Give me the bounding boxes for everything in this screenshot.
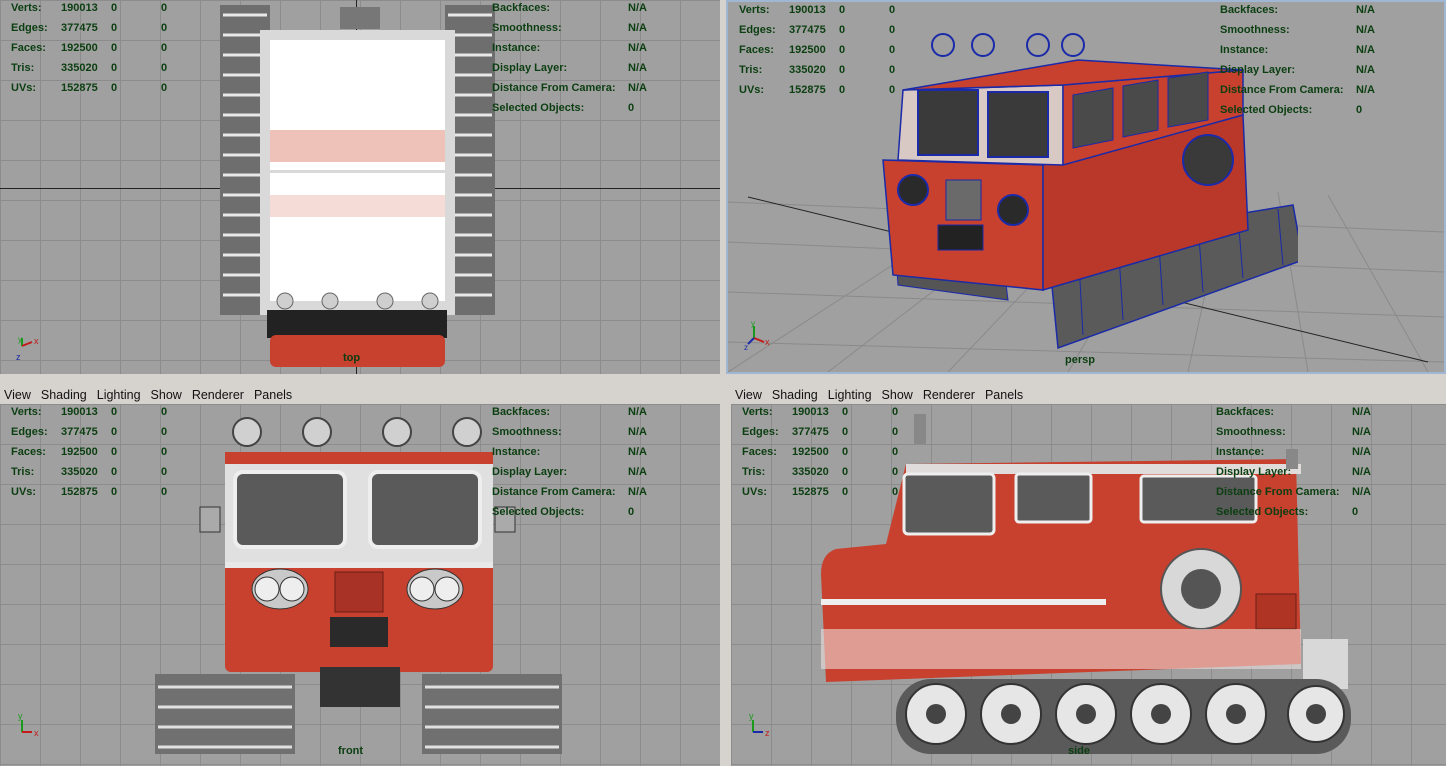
camera-label: persp xyxy=(1065,354,1095,366)
hud-object-details: Backfaces: N/A Smoothness: N/A Instance: N/… xyxy=(1216,406,1371,518)
menu-lighting[interactable]: Lighting xyxy=(92,388,146,402)
menu-panels[interactable]: Panels xyxy=(249,388,297,402)
axis-x-label: x xyxy=(765,337,770,347)
camera-label: front xyxy=(338,745,364,757)
viewport-top[interactable]: Verts: 190013 0 0 Edges: 377475 0 0 Faces: 1925… xyxy=(0,0,720,374)
axis-z-label: z xyxy=(16,352,21,362)
menu-shading[interactable]: Shading xyxy=(36,388,92,402)
hud-poly-count: Verts: 190013 0 0 Edges: 377475 0 0 Faces: 1925… xyxy=(11,2,168,94)
vehicle-top-view[interactable] xyxy=(215,5,500,370)
hud-object-details: Backfaces: N/A Smoothness: N/A Instance: N/… xyxy=(1220,4,1375,116)
viewport-front[interactable]: Verts: 190013 0 0 Edges: 377475 0 0 Faces: 1925… xyxy=(0,404,720,766)
camera-label: side xyxy=(1068,745,1091,757)
axis-z-label: z xyxy=(744,343,748,350)
axis-gizmo-icon: y x xyxy=(18,711,39,738)
axis-y-label: y xyxy=(751,320,755,328)
viewport-side[interactable]: Verts: 190013 0 0 Edges: 377475 0 0 Faces: 1925… xyxy=(731,404,1446,766)
hud-object-details: Backfaces: N/A Smoothness: N/A Instance: N/… xyxy=(492,2,647,114)
menu-view[interactable]: View xyxy=(0,388,36,402)
axis-y-label: y xyxy=(749,711,754,721)
camera-label: top xyxy=(343,352,361,364)
hud-poly-count: Verts: 190013 0 0 Edges: 377475 0 0 Faces: 1925… xyxy=(742,406,899,498)
axis-y-label: y xyxy=(18,335,22,344)
menu-lighting[interactable]: Lighting xyxy=(823,388,877,402)
menu-view[interactable]: View xyxy=(731,388,767,402)
panel-menubar-side: View Shading Lighting Show Renderer Pane… xyxy=(731,384,1446,406)
panel-menubar-front: View Shading Lighting Show Renderer Pane… xyxy=(0,384,720,406)
menu-panels[interactable]: Panels xyxy=(980,388,1028,402)
hud-object-details: Backfaces: N/A Smoothness: N/A Instance: N/… xyxy=(492,406,647,518)
axis-x-label: x xyxy=(34,336,39,346)
axis-gizmo-icon: y z xyxy=(749,711,770,738)
viewport-persp[interactable]: Verts: 190013 0 0 Edges: 377475 0 0 Faces: 1925… xyxy=(726,0,1446,374)
menu-show[interactable]: Show xyxy=(146,388,187,402)
menu-renderer[interactable]: Renderer xyxy=(187,388,249,402)
axis-z-label: z xyxy=(765,728,770,738)
axis-gizmo-icon: z x y xyxy=(16,335,39,362)
menu-renderer[interactable]: Renderer xyxy=(918,388,980,402)
hud-poly-count: Verts: 190013 0 0 Edges: 377475 0 0 Faces: 1925… xyxy=(11,406,168,498)
menu-shading[interactable]: Shading xyxy=(767,388,823,402)
axis-x-label: x xyxy=(34,728,39,738)
menu-show[interactable]: Show xyxy=(877,388,918,402)
axis-gizmo-icon: y x z xyxy=(744,320,770,350)
axis-y-label: y xyxy=(18,711,23,721)
hud-poly-count: Verts: 190013 0 0 Edges: 377475 0 0 Faces: 1925… xyxy=(739,4,896,96)
